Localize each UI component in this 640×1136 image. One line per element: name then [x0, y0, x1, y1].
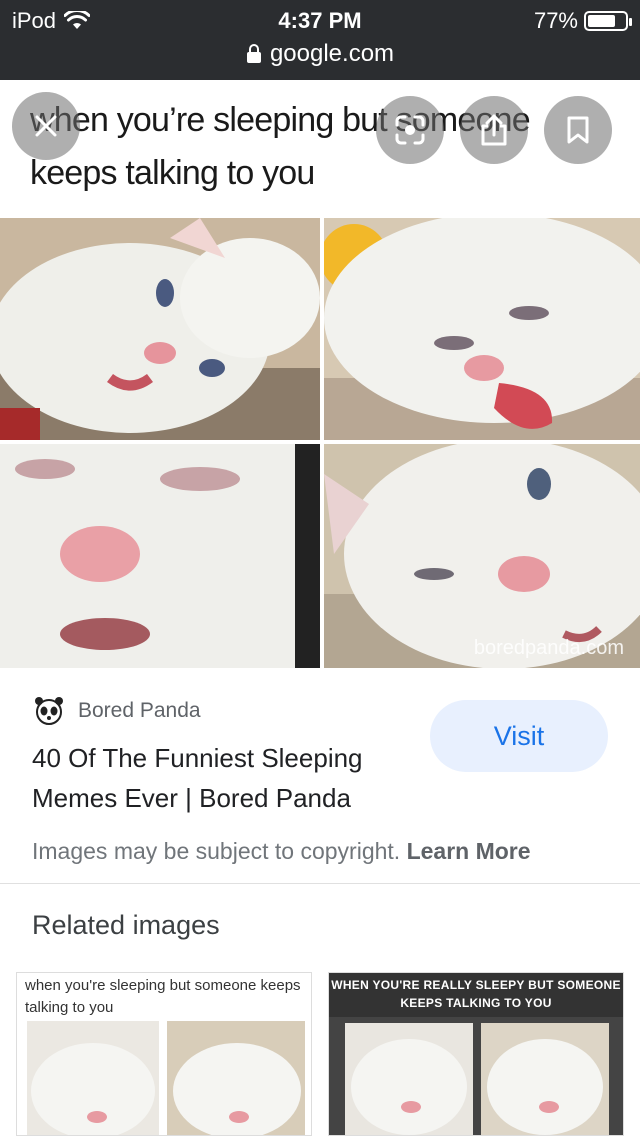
learn-more-link[interactable]: Learn More — [407, 838, 531, 864]
image-preview[interactable]: when you’re sleeping but someone keeps t… — [0, 82, 640, 668]
result-title[interactable]: 40 Of The Funniest Sleeping Memes Ever |… — [32, 738, 412, 818]
battery-icon — [584, 11, 632, 31]
battery-fill — [588, 15, 615, 27]
cat-photo-2 — [324, 218, 640, 440]
copyright-text: Images may be subject to copyright. — [32, 838, 401, 864]
bookmark-button[interactable] — [544, 96, 612, 164]
result-info: Bored Panda 40 Of The Funniest Sleeping … — [0, 668, 640, 884]
source-row[interactable]: Bored Panda — [34, 696, 201, 726]
cat-photo-3 — [0, 444, 320, 668]
cat-photo-1 — [0, 218, 320, 440]
share-button[interactable] — [460, 96, 528, 164]
lens-icon — [395, 115, 425, 145]
panda-logo-icon — [35, 697, 63, 725]
related-image-2[interactable]: WHEN YOU'RE REALLY SLEEPY BUT SOMEONE KE… — [328, 972, 624, 1136]
battery-percent: 77% — [533, 8, 578, 33]
status-right: 77% — [533, 8, 632, 34]
related-caption-2: WHEN YOU'RE REALLY SLEEPY BUT SOMEONE KE… — [329, 973, 623, 1017]
close-button[interactable] — [12, 92, 80, 160]
lock-icon — [246, 44, 261, 63]
cat-photo-4: boredpanda.com — [324, 444, 640, 668]
related-images-heading: Related images — [32, 910, 220, 940]
related-caption-1: when you're sleeping but someone keeps t… — [25, 977, 301, 1016]
watermark-text: boredpanda.com — [473, 637, 624, 659]
related-thumb-2 — [329, 1017, 623, 1135]
source-name: Bored Panda — [78, 699, 201, 722]
lens-button[interactable] — [376, 96, 444, 164]
related-thumb-1 — [27, 1021, 305, 1135]
url-bar[interactable]: google.com — [0, 40, 640, 68]
copyright-notice: Images may be subject to copyright. Lear… — [32, 838, 531, 865]
meme-image-grid: boredpanda.com — [0, 218, 640, 668]
url-domain: google.com — [269, 40, 395, 67]
bookmark-icon — [567, 116, 589, 144]
share-icon — [481, 114, 507, 146]
browser-top-bar: iPod 4:37 PM 77% google.com — [0, 0, 640, 80]
related-image-1[interactable]: when you're sleeping but someone keeps t… — [16, 972, 312, 1136]
close-icon — [35, 115, 57, 137]
visit-button[interactable]: Visit — [430, 700, 608, 772]
